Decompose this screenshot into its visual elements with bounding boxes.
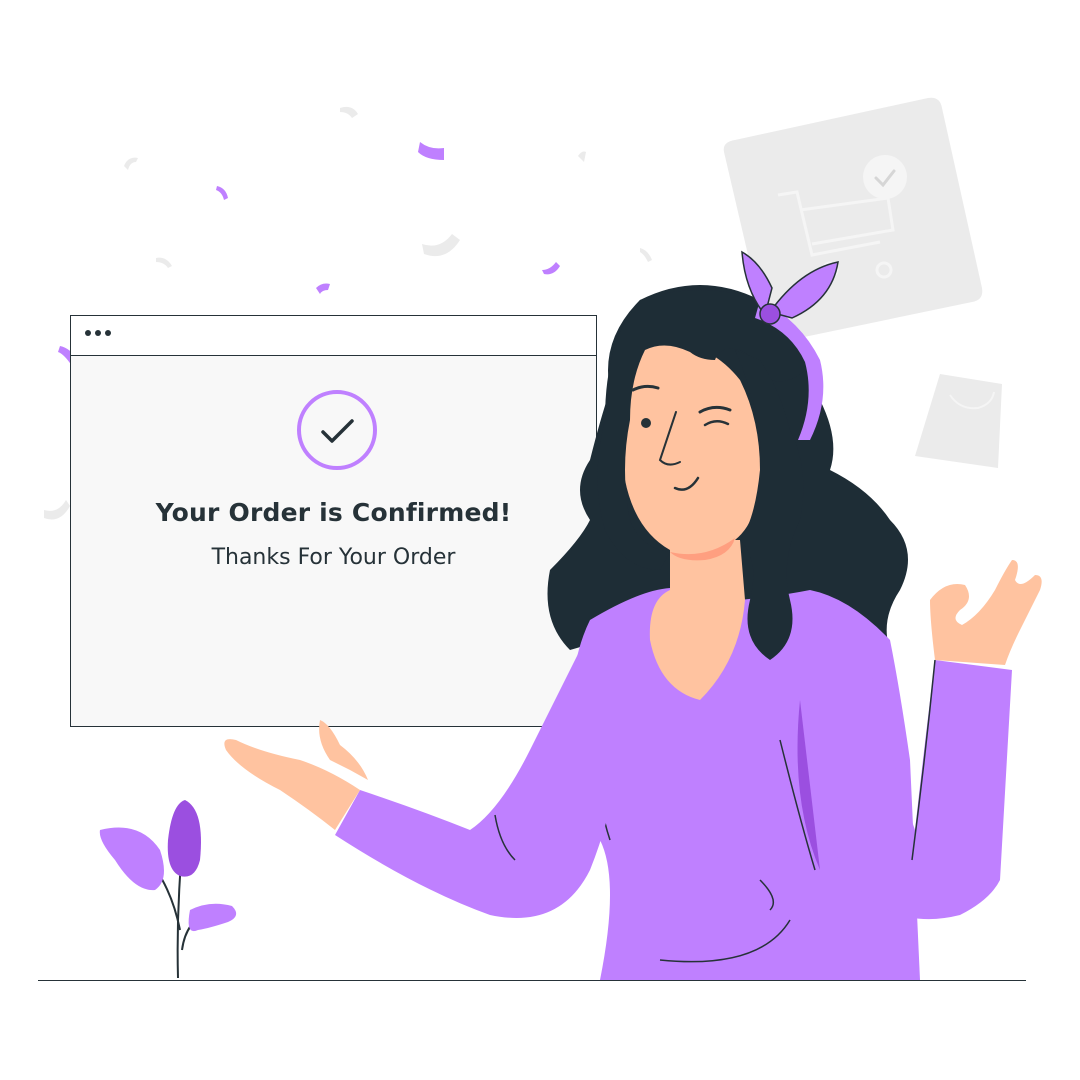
left-hand: [224, 720, 368, 830]
woman-illustration: [99, 250, 1042, 980]
ground-line: [38, 980, 1026, 981]
left-arm: [335, 630, 620, 918]
plant-icon: [99, 800, 237, 979]
order-confirmation-illustration: Your Order is Confirmed! Thanks For Your…: [0, 0, 1080, 1080]
right-hand-ok: [930, 560, 1042, 665]
